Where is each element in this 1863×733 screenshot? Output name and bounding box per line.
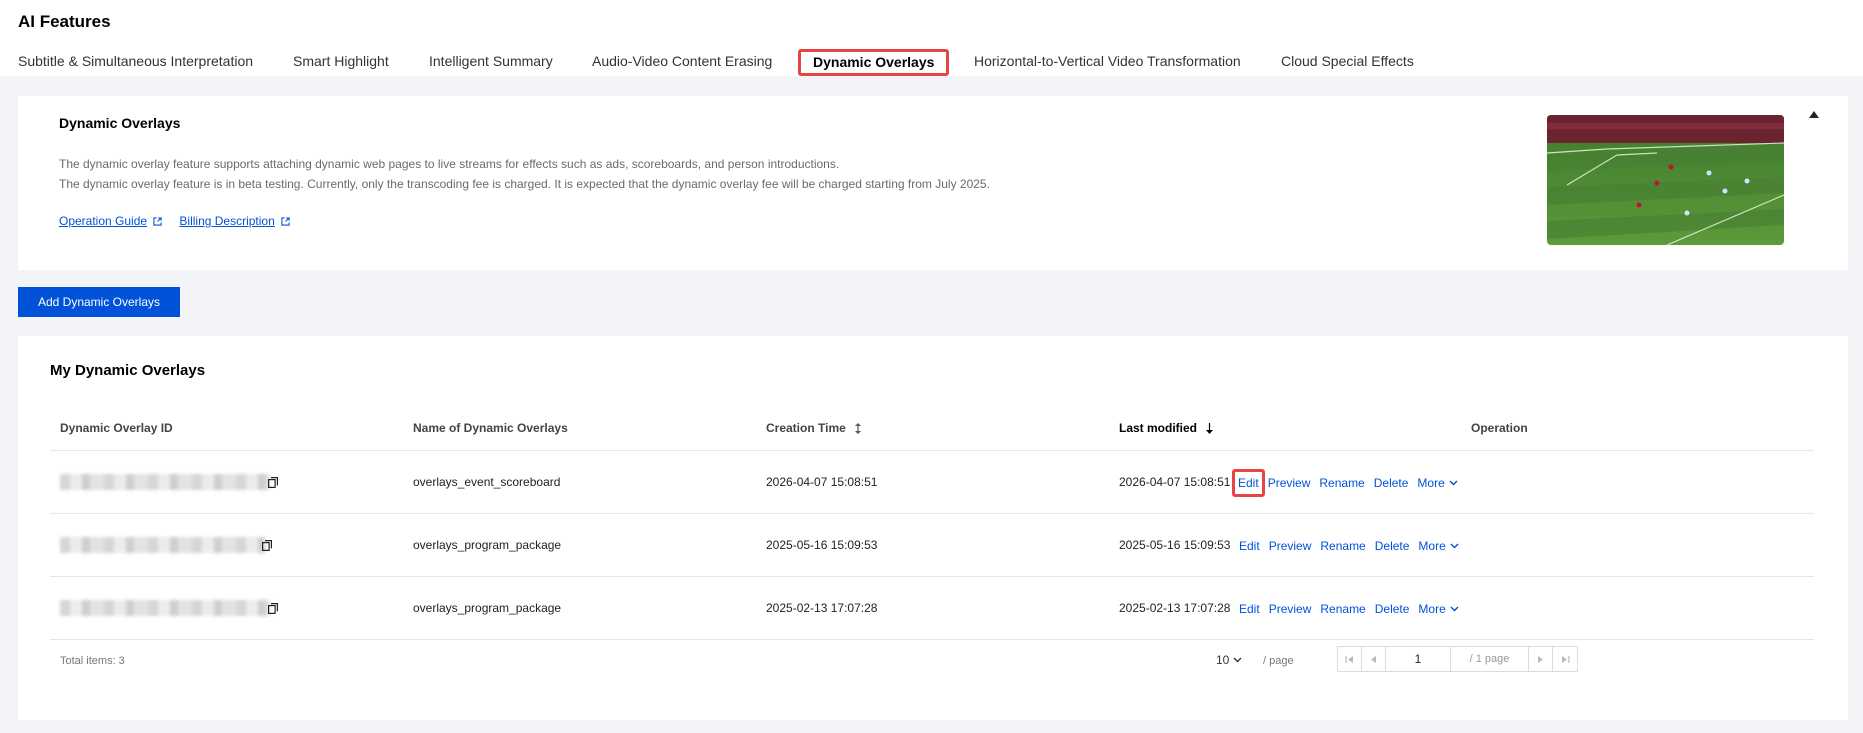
tab-bar: Subtitle & Simultaneous Interpretation S… [0,49,1863,76]
sort-descending-icon [1206,423,1214,435]
table-footer: Total items: 3 10 / page / 1 page [50,646,1814,676]
column-header-operation: Operation [1471,421,1528,435]
more-dropdown[interactable]: More [1418,538,1459,553]
more-dropdown[interactable]: More [1417,475,1458,490]
overlay-id-redacted [60,600,270,616]
external-link-icon [281,216,290,226]
overlays-panel: My Dynamic Overlays Dynamic Overlay ID N… [18,336,1848,720]
football-preview-image [1547,115,1784,245]
chevron-down-icon [1449,480,1458,485]
per-page-label: / page [1263,655,1294,667]
column-header-created[interactable]: Creation Time [766,406,862,451]
column-header-modified[interactable]: Last modified [1119,406,1214,451]
rename-button[interactable]: Rename [1320,602,1365,616]
rename-button[interactable]: Rename [1320,539,1365,553]
next-page-icon [1538,655,1543,663]
prev-page-button[interactable] [1362,647,1386,671]
first-page-icon [1345,655,1353,663]
intro-description-1: The dynamic overlay feature supports att… [59,157,840,171]
next-page-button[interactable] [1529,647,1553,671]
chevron-down-icon [1450,606,1459,611]
operation-guide-link[interactable]: Operation Guide [59,214,162,228]
row-operations: Edit Preview Rename Delete More [1239,514,1468,577]
delete-button[interactable]: Delete [1375,539,1410,553]
more-label: More [1417,475,1445,490]
add-dynamic-overlays-button[interactable]: Add Dynamic Overlays [18,287,180,317]
row-operations: Edit Preview Rename Delete More [1239,577,1468,640]
overlay-id-redacted [60,537,265,553]
intro-links: Operation Guide Billing Description [59,214,304,228]
last-page-icon [1561,655,1569,663]
creation-time: 2026-04-07 15:08:51 [766,475,878,489]
prev-page-icon [1371,655,1376,663]
pager: / 1 page [1337,646,1578,672]
table-row: overlays_program_package 2025-05-16 15:0… [50,514,1814,577]
preview-button[interactable]: Preview [1268,476,1311,490]
chevron-down-icon [1233,657,1242,663]
external-link-icon [153,216,162,226]
last-modified: 2026-04-07 15:08:51 [1119,475,1231,489]
chevron-down-icon [1450,543,1459,548]
table-header: Dynamic Overlay ID Name of Dynamic Overl… [50,406,1814,451]
copy-icon[interactable] [268,477,278,488]
creation-time: 2025-02-13 17:07:28 [766,601,878,615]
more-dropdown[interactable]: More [1418,601,1459,616]
page-title: AI Features [18,12,111,31]
first-page-button[interactable] [1338,647,1362,671]
billing-description-label: Billing Description [179,214,275,228]
page-number-input[interactable] [1386,647,1451,671]
overlay-name: overlays_program_package [413,538,562,552]
tab-horizontal-to-vertical[interactable]: Horizontal-to-Vertical Video Transformat… [974,50,1241,76]
last-page-button[interactable] [1553,647,1577,671]
overlay-id-redacted [60,474,270,490]
page-total: / 1 page [1451,647,1529,671]
tab-content-erasing[interactable]: Audio-Video Content Erasing [592,50,772,76]
sort-both-icon [855,423,862,435]
preview-button[interactable]: Preview [1269,539,1312,553]
more-label: More [1418,538,1446,553]
table-row: overlays_event_scoreboard 2026-04-07 15:… [50,451,1814,514]
column-header-modified-label: Last modified [1119,421,1198,435]
operation-guide-label: Operation Guide [59,214,148,228]
header: AI Features Subtitle & Simultaneous Inte… [0,0,1863,76]
tab-dynamic-overlays[interactable]: Dynamic Overlays [798,49,950,76]
copy-icon[interactable] [262,540,272,551]
row-operations: Edit Preview Rename Delete More [1232,451,1467,514]
edit-button[interactable]: Edit [1239,602,1260,616]
column-header-created-label: Creation Time [766,421,846,435]
tab-cloud-special-effects[interactable]: Cloud Special Effects [1281,50,1414,76]
page-size-select[interactable]: 10 [1216,653,1242,667]
edit-button[interactable]: Edit [1239,539,1260,553]
overlay-name: overlays_event_scoreboard [413,475,561,489]
billing-description-link[interactable]: Billing Description [179,214,290,228]
delete-button[interactable]: Delete [1374,476,1409,490]
last-modified: 2025-05-16 15:09:53 [1119,538,1231,552]
creation-time: 2025-05-16 15:09:53 [766,538,878,552]
tab-intelligent-summary[interactable]: Intelligent Summary [429,50,553,76]
last-modified: 2025-02-13 17:07:28 [1119,601,1231,615]
table-row: overlays_program_package 2025-02-13 17:0… [50,577,1814,640]
copy-icon[interactable] [268,603,278,614]
rename-button[interactable]: Rename [1319,476,1364,490]
collapse-icon[interactable] [1809,111,1819,118]
total-items: Total items: 3 [60,655,125,667]
intro-card: Dynamic Overlays The dynamic overlay fea… [18,96,1848,270]
column-header-name: Name of Dynamic Overlays [413,421,568,435]
edit-button[interactable]: Edit [1232,468,1265,497]
tab-smart-highlight[interactable]: Smart Highlight [293,50,389,76]
preview-button[interactable]: Preview [1269,602,1312,616]
panel-title: My Dynamic Overlays [50,362,206,379]
intro-title: Dynamic Overlays [59,115,181,131]
page-size-value: 10 [1216,653,1230,667]
delete-button[interactable]: Delete [1375,602,1410,616]
tab-subtitle-interpretation[interactable]: Subtitle & Simultaneous Interpretation [18,50,253,76]
intro-description-2: The dynamic overlay feature is in beta t… [59,177,990,191]
column-header-id: Dynamic Overlay ID [60,421,173,435]
overlay-name: overlays_program_package [413,601,562,615]
more-label: More [1418,601,1446,616]
